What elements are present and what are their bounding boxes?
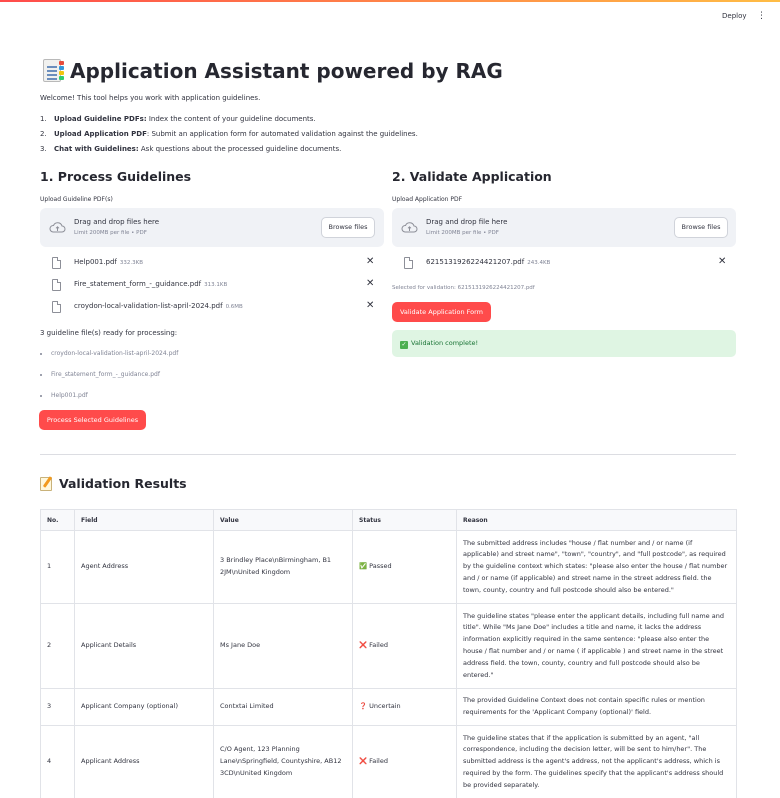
validation-results-table: No. Field Value Status Reason 1 Agent Ad… [40, 509, 737, 798]
uploaded-file-row: Fire_statement_form_-_guidance.pdf 313.1K… [52, 278, 376, 295]
file-icon [404, 257, 413, 269]
kebab-menu-icon[interactable]: ⋮ [757, 11, 766, 23]
validation-results-heading: Validation Results [59, 476, 187, 491]
list-item: Help001.pdf [40, 391, 178, 412]
file-name: croydon-local-validation-list-april-2024… [74, 302, 223, 310]
value-cell: 3 Brindley Place\nBirmingham, B1 2JM\nUn… [213, 530, 353, 604]
success-message: Validation complete! [411, 339, 479, 347]
validate-application-button[interactable]: Validate Application Form [392, 302, 491, 322]
column-header: Value [213, 509, 353, 531]
bookmark-tabs-icon [40, 58, 64, 84]
failed-icon: ❌ [359, 641, 368, 650]
top-decoration-bar [0, 0, 780, 2]
dropzone-title: Drag and drop files here [74, 218, 160, 226]
column-header: Field [74, 509, 214, 531]
browse-files-button[interactable]: Browse files [321, 217, 375, 238]
remove-file-icon[interactable]: ✕ [718, 256, 726, 267]
status-cell: ✅ Passed [352, 530, 457, 604]
status-cell: ❌ Failed [352, 603, 457, 689]
page-title: Application Assistant powered by RAG [70, 59, 503, 83]
dropzone-subtitle: Limit 200MB per file • PDF [74, 230, 147, 236]
file-icon [52, 279, 61, 291]
reason-cell: The guideline states "please enter the a… [456, 603, 737, 689]
remove-file-icon[interactable]: ✕ [366, 300, 374, 311]
check-mark-icon: ✓ [400, 341, 408, 349]
cloud-upload-icon [49, 222, 66, 233]
uploaded-file-row: croydon-local-validation-list-april-2024… [52, 300, 376, 317]
application-upload-label: Upload Application PDF [392, 196, 463, 203]
file-name: 6215131926224421207.pdf [426, 258, 525, 266]
field-cell: Applicant Details [74, 603, 214, 689]
status-cell: ❓ Uncertain [352, 688, 457, 726]
reason-cell: The provided Guideline Context does not … [456, 688, 737, 726]
uploaded-file-row: Help001.pdf 332.3KB ✕ [52, 256, 376, 273]
value-cell: Contxtai Limited [213, 688, 353, 726]
file-size: 243.4KB [527, 260, 551, 266]
row-number: 4 [40, 725, 75, 798]
file-icon [52, 301, 61, 313]
file-size: 332.3KB [119, 260, 144, 266]
welcome-text: Welcome! This tool helps you work with a… [40, 94, 261, 102]
value-cell: C/O Agent, 123 Planning Lane\nSpringfiel… [213, 725, 353, 798]
file-icon [52, 257, 61, 269]
instruction-step: 1. Upload Guideline PDFs: Index the conte… [40, 115, 316, 123]
list-item: croydon-local-validation-list-april-2024… [40, 349, 178, 370]
row-number: 2 [40, 603, 75, 689]
field-cell: Applicant Company (optional) [74, 688, 214, 726]
question-mark-icon: ❓ [359, 702, 368, 711]
file-size: 0.6MB [225, 304, 243, 310]
section-divider [40, 454, 736, 455]
column-header: No. [40, 509, 75, 531]
value-cell: Ms Jane Doe [213, 603, 353, 689]
table-row: 1 Agent Address 3 Brindley Place\nBirmin… [40, 530, 737, 604]
file-name: Help001.pdf [74, 258, 117, 266]
selected-file-text: Selected for validation: 621513192622442… [392, 285, 535, 291]
field-cell: Applicant Address [74, 725, 214, 798]
file-name: Fire_statement_form_-_guidance.pdf [74, 280, 202, 288]
status-cell: ❌ Failed [352, 725, 457, 798]
table-row: 4 Applicant Address C/O Agent, 123 Plann… [40, 725, 737, 798]
instruction-step: 2. Upload Application PDF: Submit an appl… [40, 130, 418, 138]
validation-results-heading-row: Validation Results [40, 476, 187, 491]
file-size: 313.1KB [204, 282, 228, 288]
cloud-upload-icon [401, 222, 418, 233]
application-dropzone[interactable]: Drag and drop file here Limit 200MB per … [392, 208, 736, 247]
uploaded-file-row: 6215131926224421207.pdf 243.4KB ✕ [404, 256, 728, 273]
validation-success-alert: ✓ Validation complete! [392, 330, 736, 357]
validate-application-heading: 2. Validate Application [392, 169, 552, 184]
ready-file-list: croydon-local-validation-list-april-2024… [40, 349, 178, 412]
list-item: Fire_statement_form_-_guidance.pdf [40, 370, 178, 391]
passed-icon: ✅ [359, 562, 368, 571]
field-cell: Agent Address [74, 530, 214, 604]
row-number: 3 [40, 688, 75, 726]
browse-files-button[interactable]: Browse files [674, 217, 728, 238]
column-header: Reason [456, 509, 737, 531]
row-number: 1 [40, 530, 75, 604]
process-guidelines-heading: 1. Process Guidelines [40, 169, 192, 184]
instructions-list: 1. Upload Guideline PDFs: Index the conte… [40, 113, 418, 158]
remove-file-icon[interactable]: ✕ [366, 278, 374, 289]
dropzone-title: Drag and drop file here [426, 218, 508, 226]
dropzone-subtitle: Limit 200MB per file • PDF [426, 230, 499, 236]
process-guidelines-button[interactable]: Process Selected Guidelines [39, 410, 146, 430]
failed-icon: ❌ [359, 757, 368, 766]
remove-file-icon[interactable]: ✕ [366, 256, 374, 267]
deploy-button[interactable]: Deploy [722, 12, 747, 20]
column-header: Status [352, 509, 457, 531]
table-header-row: No. Field Value Status Reason [40, 509, 737, 531]
guideline-upload-label: Upload Guideline PDF(s) [40, 196, 113, 203]
table-row: 2 Applicant Details Ms Jane Doe ❌ Failed … [40, 603, 737, 689]
ready-status-text: 3 guideline file(s) ready for processing… [40, 329, 178, 337]
reason-cell: The submitted address includes "house / … [456, 530, 737, 604]
guideline-dropzone[interactable]: Drag and drop files here Limit 200MB per… [40, 208, 384, 247]
reason-cell: The guideline states that if the applica… [456, 725, 737, 798]
table-row: 3 Applicant Company (optional) Contxtai … [40, 688, 737, 726]
page-title-row: Application Assistant powered by RAG [40, 58, 503, 84]
instruction-step: 3. Chat with Guidelines: Ask questions ab… [40, 145, 342, 153]
memo-icon [40, 476, 54, 491]
